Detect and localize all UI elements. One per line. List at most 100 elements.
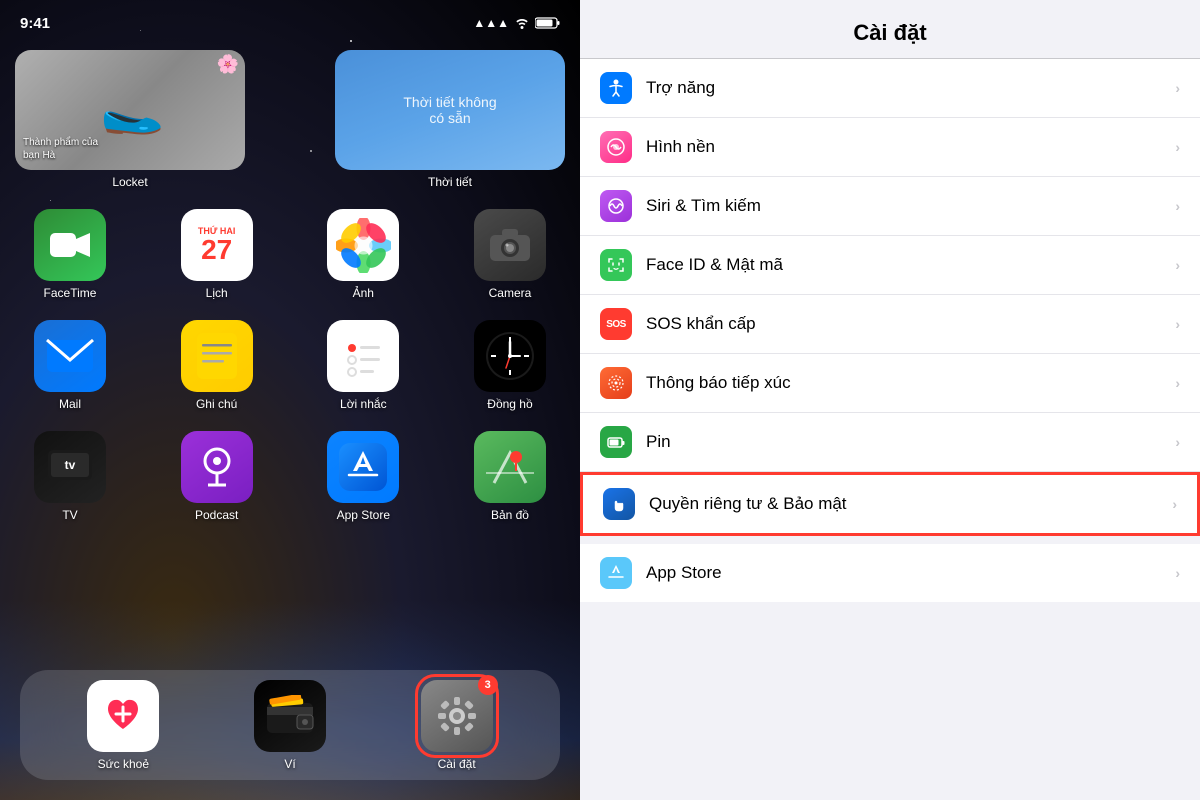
widget-locket-container: 🥿 🌸 Thành phẩm củabạn Hà Locket: [15, 50, 245, 189]
weather-label: Thời tiết: [428, 175, 472, 189]
settings-header: Cài đặt: [580, 0, 1200, 59]
settings-item-faceid[interactable]: Face ID & Mật mã ›: [580, 236, 1200, 295]
battery-chevron: ›: [1175, 434, 1180, 450]
widget-weather-container: Thời tiết khôngcó sẵn Thời tiết: [335, 50, 565, 189]
settings-item-privacy[interactable]: Quyền riêng tư & Bảo mật ›: [583, 475, 1197, 533]
settings-item-siri[interactable]: Siri & Tìm kiếm ›: [580, 177, 1200, 236]
locket-caption: Thành phẩm củabạn Hà: [23, 136, 98, 162]
notes-label: Ghi chú: [196, 397, 237, 411]
privacy-icon-svg: [609, 494, 629, 514]
app-tv[interactable]: tv TV: [15, 431, 125, 522]
facetime-label: FaceTime: [44, 286, 97, 300]
app-photos[interactable]: Ảnh: [308, 209, 418, 300]
siri-chevron: ›: [1175, 198, 1180, 214]
locket-label: Locket: [112, 175, 147, 189]
appstore-icon-svg: [339, 443, 387, 491]
locket-widget[interactable]: 🥿 🌸 Thành phẩm củabạn Hà: [15, 50, 245, 170]
accessibility-label: Trợ năng: [646, 78, 1175, 98]
accessibility-chevron: ›: [1175, 80, 1180, 96]
tv-label: TV: [62, 508, 77, 522]
settings-panel: Cài đặt Trợ năng ›: [580, 0, 1200, 800]
privacy-icon: [603, 488, 635, 520]
appstore-settings-chevron: ›: [1175, 565, 1180, 581]
svg-text:tv: tv: [65, 458, 76, 472]
maps-icon-svg: [486, 443, 534, 491]
app-row-3: tv TV Podcast: [15, 431, 565, 522]
app-mail[interactable]: Mail: [15, 320, 125, 411]
tv-icon-svg: tv: [45, 447, 95, 487]
battery-label: Pin: [646, 432, 1175, 452]
app-reminders[interactable]: Lời nhắc: [308, 320, 418, 411]
app-maps[interactable]: Bản đồ: [455, 431, 565, 522]
app-clock[interactable]: Đồng hồ: [455, 320, 565, 411]
status-bar: 9:41 ▲▲▲: [0, 8, 580, 38]
siri-icon: [600, 190, 632, 222]
settings-title: Cài đặt: [853, 20, 926, 45]
wallpaper-chevron: ›: [1175, 139, 1180, 155]
privacy-label: Quyền riêng tư & Bảo mật: [649, 494, 1172, 514]
widget-row: 🥿 🌸 Thành phẩm củabạn Hà Locket Thời tiế…: [15, 50, 565, 189]
settings-label: Cài đặt: [438, 757, 476, 771]
app-row-1: FaceTime THỨ HAI 27 Lịch: [15, 209, 565, 300]
settings-item-contact[interactable]: Thông báo tiếp xúc ›: [580, 354, 1200, 413]
battery-settings-icon: [600, 426, 632, 458]
photos-icon-svg: [336, 218, 391, 273]
settings-item-sos[interactable]: SOS SOS khẩn cấp ›: [580, 295, 1200, 354]
dock: Sức khoẻ Ví: [20, 670, 560, 780]
settings-list: Trợ năng › Hình nền › Sir: [580, 59, 1200, 602]
status-time: 9:41: [20, 15, 50, 32]
app-calendar[interactable]: THỨ HAI 27 Lịch: [162, 209, 272, 300]
battery-icon: [535, 17, 560, 29]
weather-text: Thời tiết khôngcó sẵn: [403, 94, 496, 126]
photos-label: Ảnh: [353, 286, 374, 300]
health-label: Sức khoẻ: [98, 757, 149, 771]
app-facetime[interactable]: FaceTime: [15, 209, 125, 300]
contact-icon-svg: [606, 373, 626, 393]
accessibility-icon-svg: [606, 78, 626, 98]
calendar-day: 27: [201, 236, 232, 264]
app-notes[interactable]: Ghi chú: [162, 320, 272, 411]
app-appstore[interactable]: App Store: [308, 431, 418, 522]
contact-label: Thông báo tiếp xúc: [646, 373, 1175, 393]
wallpaper-icon-svg: [606, 137, 626, 157]
settings-item-battery[interactable]: Pin ›: [580, 413, 1200, 472]
dock-settings[interactable]: 3 Cài đặt: [412, 680, 502, 771]
contact-chevron: ›: [1175, 375, 1180, 391]
facetime-icon-svg: [48, 229, 92, 261]
status-icons: ▲▲▲: [473, 16, 560, 30]
appstore-settings-label: App Store: [646, 563, 1175, 583]
settings-item-wallpaper[interactable]: Hình nền ›: [580, 118, 1200, 177]
section-separator: [580, 536, 1200, 544]
settings-item-appstore[interactable]: App Store ›: [580, 544, 1200, 602]
weather-widget[interactable]: Thời tiết khôngcó sẵn: [335, 50, 565, 170]
appstore-label: App Store: [337, 508, 390, 522]
wallet-icon-svg: [265, 695, 315, 737]
clock-label: Đồng hồ: [487, 397, 532, 411]
signal-icon: ▲▲▲: [473, 16, 509, 30]
app-camera[interactable]: Camera: [455, 209, 565, 300]
app-row-2: Mail Ghi chú: [15, 320, 565, 411]
camera-label: Camera: [489, 286, 532, 300]
podcast-label: Podcast: [195, 508, 238, 522]
appstore-settings-icon: [600, 557, 632, 589]
dock-health[interactable]: Sức khoẻ: [78, 680, 168, 771]
battery-settings-icon-svg: [606, 432, 626, 452]
faceid-label: Face ID & Mật mã: [646, 255, 1175, 275]
app-podcast[interactable]: Podcast: [162, 431, 272, 522]
notes-icon-svg: [194, 330, 240, 382]
wallpaper-icon: [600, 131, 632, 163]
camera-icon-svg: [488, 227, 532, 263]
app-grid: 🥿 🌸 Thành phẩm củabạn Hà Locket Thời tiế…: [15, 50, 565, 542]
clock-icon-svg: [484, 330, 536, 382]
contact-icon: [600, 367, 632, 399]
wallpaper-label: Hình nền: [646, 137, 1175, 157]
dock-wallet[interactable]: Ví: [245, 680, 335, 771]
faceid-icon: [600, 249, 632, 281]
wallet-label: Ví: [284, 757, 295, 771]
accessibility-icon: [600, 72, 632, 104]
calendar-label: Lịch: [206, 286, 228, 300]
siri-label: Siri & Tìm kiếm: [646, 196, 1175, 216]
settings-item-accessibility[interactable]: Trợ năng ›: [580, 59, 1200, 118]
health-icon-svg: [98, 691, 148, 741]
shoe-image: 🥿: [94, 76, 166, 145]
